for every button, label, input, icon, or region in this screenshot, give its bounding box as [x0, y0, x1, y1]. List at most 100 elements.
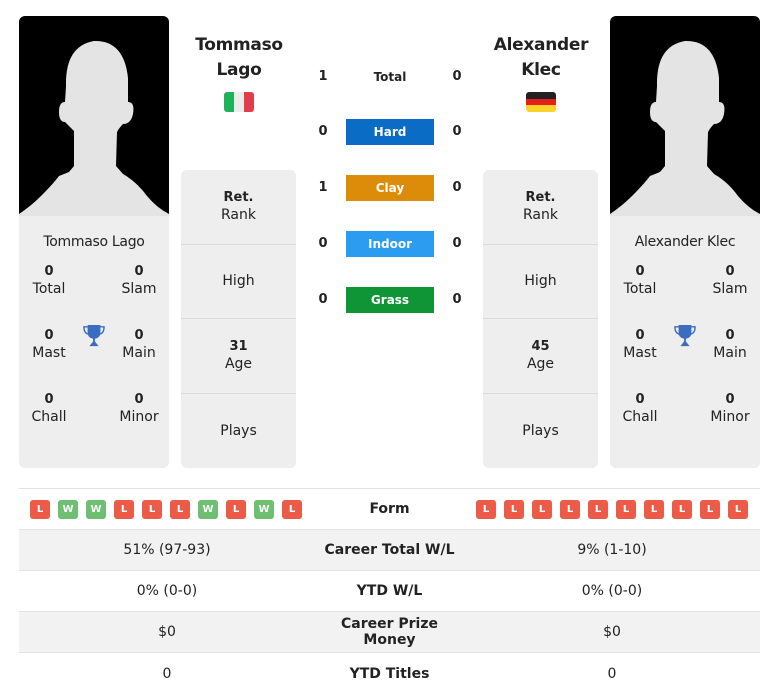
form-loss-badge[interactable]: L — [142, 500, 162, 519]
titles-total-label: Total — [32, 281, 66, 297]
titles-main-value: 0 — [725, 328, 735, 343]
form-loss-badge[interactable]: L — [588, 500, 608, 519]
titles-mast-value: 0 — [44, 328, 54, 343]
form-win-badge[interactable]: W — [86, 500, 106, 519]
form-loss-badge[interactable]: L — [560, 500, 580, 519]
player2-rank: Ret. Rank — [483, 170, 598, 245]
form-loss-badge[interactable]: L — [728, 500, 748, 519]
player2-prize: $0 — [603, 624, 621, 640]
titles-slam-label: Slam — [712, 281, 748, 297]
form-loss-badge[interactable]: L — [504, 500, 524, 519]
h2h-p2-value: 0 — [452, 180, 462, 195]
rank-label: Rank — [523, 207, 558, 224]
player1-rank: Ret. Rank — [181, 170, 296, 245]
form-loss-badge[interactable]: L — [282, 500, 302, 519]
titles-mast-label: Mast — [623, 345, 657, 361]
titles-main: 0 Main — [700, 328, 760, 361]
titles-total-value: 0 — [635, 264, 645, 279]
player2-ytd-titles: 0 — [607, 665, 617, 682]
h2h-p2-value: 0 — [452, 69, 462, 84]
form-loss-badge[interactable]: L — [476, 500, 496, 519]
player1-plays: Plays — [181, 394, 296, 469]
form-row: LWWLLLWLWL Form LLLLLLLLLL — [19, 489, 760, 530]
surface-grass-badge[interactable]: Grass — [346, 287, 434, 313]
form-loss-badge[interactable]: L — [700, 500, 720, 519]
h2h-clay-row: 1 Clay 0 — [310, 174, 470, 202]
form-loss-badge[interactable]: L — [114, 500, 134, 519]
player1-card: Tommaso Lago 0 Total 0 Slam 0 Mast 0 Mai… — [19, 16, 169, 468]
form-loss-badge[interactable]: L — [672, 500, 692, 519]
form-win-badge[interactable]: W — [254, 500, 274, 519]
player2-form: LLLLLLLLLL — [476, 500, 748, 519]
form-loss-badge[interactable]: L — [616, 500, 636, 519]
form-loss-badge[interactable]: L — [170, 500, 190, 519]
h2h-p1-value: 1 — [318, 69, 328, 84]
titles-chall-value: 0 — [44, 392, 54, 407]
comparison-table: LWWLLLWLWL Form LLLLLLLLLL 51% (97-93) C… — [19, 488, 760, 694]
player1-name[interactable]: Tommaso Lago — [174, 33, 304, 83]
titles-chall-value: 0 — [635, 392, 645, 407]
form-win-badge[interactable]: W — [198, 500, 218, 519]
age-value: 31 — [229, 339, 248, 355]
player2-last-name: Klec — [521, 60, 561, 80]
player1-high: High — [181, 245, 296, 319]
titles-main-label: Main — [122, 345, 156, 361]
player2-age: 45 Age — [483, 319, 598, 394]
player1-ytd-wl: 0% (0-0) — [136, 583, 198, 599]
h2h-grass-row: 0 Grass 0 — [310, 286, 470, 314]
player-silhouette-icon — [19, 40, 169, 216]
player2-name[interactable]: Alexander Klec — [476, 33, 606, 83]
age-value: 45 — [531, 339, 550, 355]
germany-flag-icon — [526, 92, 556, 112]
trophy-icon — [674, 325, 696, 347]
titles-mast-label: Mast — [32, 345, 66, 361]
player1-last-name: Lago — [216, 60, 262, 80]
player1-first-name: Tommaso — [195, 35, 283, 55]
h2h-total-label: Total — [373, 70, 407, 84]
player2-high: High — [483, 245, 598, 319]
surface-hard-badge[interactable]: Hard — [346, 119, 434, 145]
player1-titles: 0 Total 0 Slam 0 Mast 0 Main 0 Chall 0 M… — [19, 264, 169, 464]
form-loss-badge[interactable]: L — [532, 500, 552, 519]
italy-flag-icon — [224, 92, 254, 112]
titles-main: 0 Main — [109, 328, 169, 361]
titles-total: 0 Total — [610, 264, 670, 297]
titles-chall: 0 Chall — [610, 392, 670, 425]
titles-mast-value: 0 — [635, 328, 645, 343]
high-label: High — [222, 273, 255, 290]
h2h-indoor-row: 0 Indoor 0 — [310, 230, 470, 258]
titles-slam: 0 Slam — [109, 264, 169, 297]
titles-minor-value: 0 — [134, 392, 144, 407]
titles-slam: 0 Slam — [700, 264, 760, 297]
surface-clay-badge[interactable]: Clay — [346, 175, 434, 201]
player1-form: LWWLLLWLWL — [30, 500, 302, 519]
h2h-hard-row: 0 Hard 0 — [310, 118, 470, 146]
player1-info: Ret. Rank High 31 Age Plays — [181, 170, 296, 468]
titles-chall-label: Chall — [31, 409, 67, 425]
rank-value: Ret. — [223, 190, 254, 206]
form-loss-badge[interactable]: L — [226, 500, 246, 519]
titles-main-value: 0 — [134, 328, 144, 343]
career-wl-label: Career Total W/L — [324, 542, 455, 558]
prize-label: Career Prize Money — [340, 616, 438, 648]
player2-photo — [610, 16, 760, 216]
age-label: Age — [526, 356, 555, 373]
player1-ytd-titles: 0 — [162, 665, 172, 682]
titles-minor: 0 Minor — [109, 392, 169, 425]
form-loss-badge[interactable]: L — [30, 500, 50, 519]
prize-row: $0 Career Prize Money $0 — [19, 612, 760, 653]
form-loss-badge[interactable]: L — [644, 500, 664, 519]
player2-card-name: Alexander Klec — [634, 234, 736, 250]
career-wl-row: 51% (97-93) Career Total W/L 9% (1-10) — [19, 530, 760, 571]
plays-label: Plays — [220, 422, 257, 439]
player2-ytd-wl: 0% (0-0) — [581, 583, 643, 599]
surface-indoor-badge[interactable]: Indoor — [346, 231, 434, 257]
h2h-p2-value: 0 — [452, 292, 462, 307]
h2h-p1-value: 0 — [318, 292, 328, 307]
titles-minor-value: 0 — [725, 392, 735, 407]
rank-label: Rank — [221, 207, 256, 224]
player2-card: Alexander Klec 0 Total 0 Slam 0 Mast 0 M… — [610, 16, 760, 468]
high-label: High — [524, 273, 557, 290]
h2h-p1-value: 0 — [318, 124, 328, 139]
form-win-badge[interactable]: W — [58, 500, 78, 519]
